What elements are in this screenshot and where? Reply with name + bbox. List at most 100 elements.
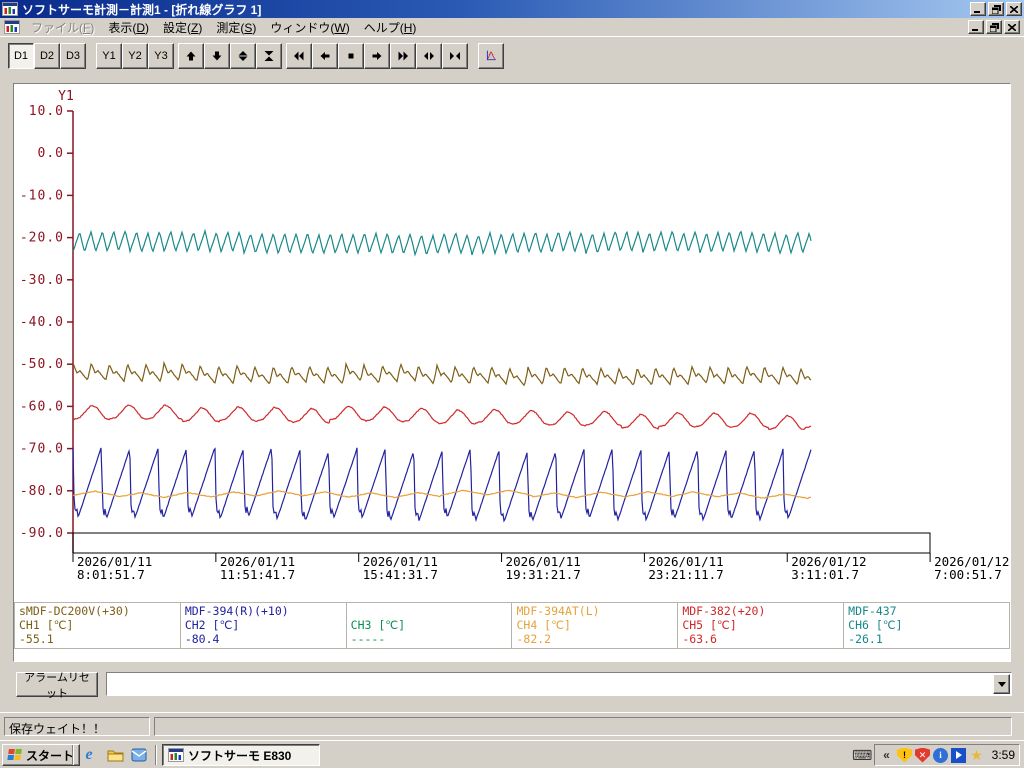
fast-forward-button[interactable]: [390, 43, 416, 69]
legend-value-ch4: -82.2: [516, 632, 673, 646]
legend-cell-ch6[interactable]: MDF-437CH6 [℃]-26.1: [844, 602, 1010, 649]
security-warning-shield-icon[interactable]: !: [897, 748, 912, 763]
legend-channel-ch6: CH6 [℃]: [848, 618, 1005, 632]
legend-title-ch1: sMDF-DC200V(+30): [19, 604, 176, 618]
y-tick-label: -50.0: [20, 357, 64, 372]
taskbar-clock[interactable]: 3:59: [992, 748, 1015, 762]
start-button-label: スタート: [26, 747, 74, 764]
legend-channel-ch1: CH1 [℃]: [19, 618, 176, 632]
y-tick-label: -80.0: [20, 484, 64, 499]
task-button-softthermo[interactable]: ソフトサーモ E830: [162, 744, 320, 766]
toolbar-button-y1[interactable]: Y1: [96, 43, 122, 69]
legend-value-ch2: -80.4: [185, 632, 342, 646]
legend-cell-ch4[interactable]: MDF-394AT(L)CH4 [℃]-82.2: [512, 602, 678, 649]
mdi-close-button[interactable]: [1004, 20, 1020, 34]
menu-item-3[interactable]: 測定(S): [209, 18, 263, 37]
down-arrow-button[interactable]: [204, 43, 230, 69]
legend-channel-ch4: CH4 [℃]: [516, 618, 673, 632]
toolbar: D1D2D3 Y1Y2Y3: [0, 36, 1024, 74]
media-play-icon[interactable]: [951, 748, 966, 763]
alarm-combobox[interactable]: [106, 672, 1012, 696]
legend-title-ch4: MDF-394AT(L): [516, 604, 673, 618]
toolbar-button-d2[interactable]: D2: [34, 43, 60, 69]
legend-cell-ch1[interactable]: sMDF-DC200V(+30)CH1 [℃]-55.1: [14, 602, 181, 649]
expand-vertical-button[interactable]: [230, 43, 256, 69]
app-icon: [168, 748, 184, 762]
legend-cell-ch2[interactable]: MDF-394(R)(+10)CH2 [℃]-80.4: [181, 602, 347, 649]
task-button-label: ソフトサーモ E830: [188, 747, 291, 764]
menu-item-0[interactable]: ファイル(F): [24, 18, 101, 37]
legend-value-ch6: -26.1: [848, 632, 1005, 646]
menu-items: ファイル(F)表示(D)設定(Z)測定(S)ウィンドウ(W)ヘルプ(H): [24, 18, 423, 37]
x-tick-time: 3:11:01.7: [791, 567, 859, 582]
close-button[interactable]: [1006, 2, 1022, 16]
x-tick-time: 19:31:21.7: [506, 567, 581, 582]
menu-item-2[interactable]: 設定(Z): [156, 18, 209, 37]
star-icon[interactable]: ★: [969, 748, 984, 763]
legend-value-ch1: -55.1: [19, 632, 176, 646]
statusbar: 保存ウェイト！！: [0, 712, 1024, 738]
y-tick-label: -30.0: [20, 273, 64, 288]
mdi-restore-button[interactable]: [986, 20, 1002, 34]
toolbar-button-d1[interactable]: D1: [8, 43, 34, 69]
window-title: ソフトサーモ計測－計測1 - [折れ線グラフ 1]: [22, 1, 970, 18]
combobox-dropdown-button[interactable]: [993, 674, 1010, 694]
mdi-minimize-button[interactable]: [968, 20, 984, 34]
toolbar-button-y2[interactable]: Y2: [122, 43, 148, 69]
step-left-button[interactable]: [312, 43, 338, 69]
menu-item-4[interactable]: ウィンドウ(W): [263, 18, 356, 37]
compress-horizontal-button[interactable]: [442, 43, 468, 69]
taskbar-separator: [72, 745, 74, 765]
legend-cell-ch3[interactable]: CH3 [℃]-----: [347, 602, 513, 649]
minimize-button[interactable]: [970, 2, 986, 16]
security-alert-shield-icon[interactable]: ✕: [915, 748, 930, 763]
alarm-reset-button[interactable]: アラームリセット: [16, 672, 98, 697]
up-arrow-icon: [185, 46, 197, 66]
x-axis-box: [73, 533, 930, 553]
legend-channel-ch3: CH3 [℃]: [351, 618, 508, 632]
menu-item-5[interactable]: ヘルプ(H): [357, 18, 424, 37]
collapse-tray-icon[interactable]: «: [879, 748, 894, 763]
graph-settings-button[interactable]: [478, 43, 504, 69]
legend-channel-ch2: CH2 [℃]: [185, 618, 342, 632]
y-tick-label: -60.0: [20, 399, 64, 414]
trace-ch2: [73, 448, 811, 521]
fast-forward-icon: [397, 46, 409, 66]
info-balloon-icon[interactable]: i: [933, 748, 948, 763]
toolbar-button-d3[interactable]: D3: [60, 43, 86, 69]
x-tick-time: 7:00:51.7: [934, 567, 1002, 582]
internet-explorer-icon[interactable]: e: [80, 746, 98, 764]
compress-horizontal-icon: [449, 46, 461, 66]
outlook-icon[interactable]: [130, 746, 148, 764]
channel-legend: sMDF-DC200V(+30)CH1 [℃]-55.1MDF-394(R)(+…: [14, 602, 1010, 649]
trace-ch5: [73, 405, 811, 430]
up-arrow-button[interactable]: [178, 43, 204, 69]
legend-cell-ch5[interactable]: MDF-382(+20)CH5 [℃]-63.6: [678, 602, 844, 649]
legend-title-ch6: MDF-437: [848, 604, 1005, 618]
expand-vertical-icon: [237, 46, 249, 66]
legend-title-ch2: MDF-394(R)(+10): [185, 604, 342, 618]
menu-item-1[interactable]: 表示(D): [101, 18, 156, 37]
rewind-button[interactable]: [286, 43, 312, 69]
compress-vertical-button[interactable]: [256, 43, 282, 69]
compress-vertical-icon: [263, 46, 275, 66]
windows-logo-icon: [7, 749, 24, 762]
mdi-child-icon[interactable]: [4, 20, 20, 34]
toolbar-button-y3[interactable]: Y3: [148, 43, 174, 69]
y-tick-label: 10.0: [29, 104, 64, 119]
down-arrow-icon: [211, 46, 223, 66]
app-icon: [2, 2, 18, 16]
stop-button[interactable]: [338, 43, 364, 69]
expand-horizontal-button[interactable]: [416, 43, 442, 69]
trace-ch4: [73, 490, 811, 498]
keyboard-layout-icon[interactable]: ⌨: [852, 747, 872, 764]
step-right-button[interactable]: [364, 43, 390, 69]
status-message: 保存ウェイト！！: [4, 717, 150, 736]
start-button[interactable]: スタート: [2, 744, 80, 766]
window-titlebar: ソフトサーモ計測－計測1 - [折れ線グラフ 1]: [0, 0, 1024, 18]
line-graph-panel: Y110.00.0-10.0-20.0-30.0-40.0-50.0-60.0-…: [13, 83, 1011, 662]
folder-icon[interactable]: [106, 746, 124, 764]
legend-channel-ch5: CH5 [℃]: [682, 618, 839, 632]
restore-button[interactable]: [988, 2, 1004, 16]
menubar: ファイル(F)表示(D)設定(Z)測定(S)ウィンドウ(W)ヘルプ(H): [0, 18, 1024, 36]
